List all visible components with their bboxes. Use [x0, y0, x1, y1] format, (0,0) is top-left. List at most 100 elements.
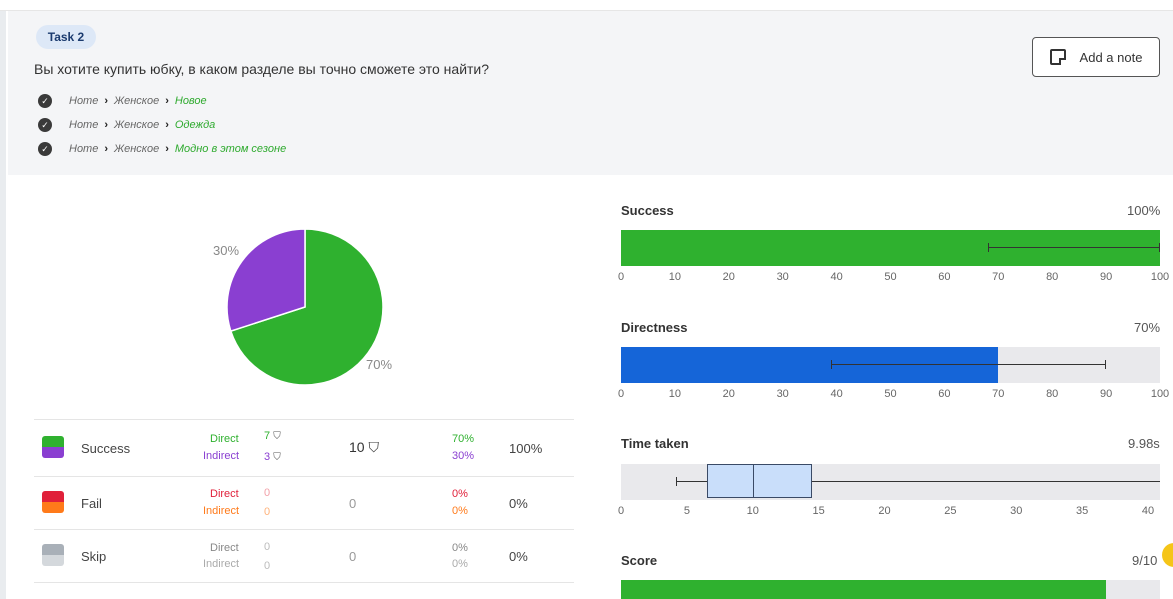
time-median [752, 464, 754, 498]
axis-tick: 0 [617, 271, 625, 283]
crumb: Home [69, 119, 99, 131]
directness-axis: 0 10 20 30 40 50 60 70 80 90 100 [617, 388, 1169, 402]
success-axis: 0 10 20 30 40 50 60 70 80 90 100 [617, 271, 1169, 285]
axis-tick: 80 [1046, 271, 1059, 283]
outcome-name: Fail [81, 496, 102, 511]
table-divider [34, 476, 574, 477]
left-edge [0, 0, 6, 599]
filter-icon: ⛉ [273, 452, 281, 463]
axis-tick: 35 [1076, 505, 1089, 517]
direct-count: 0 [264, 487, 271, 499]
success-value: 100% [1127, 203, 1161, 218]
success-swatch [42, 436, 64, 458]
time-track [621, 464, 1160, 500]
crumb: Женское [114, 95, 160, 107]
directness-title: Directness [621, 320, 688, 335]
score-value: 9/10 [1132, 553, 1158, 568]
check-icon: ✓ [38, 94, 52, 108]
direct-pct: 0% [452, 542, 468, 554]
axis-tick: 70 [992, 271, 1005, 283]
success-error-bar [987, 247, 1160, 248]
crumb-destination: Новое [174, 95, 207, 107]
indirect-label: Indirect [203, 505, 240, 517]
indirect-pct: 30% [452, 450, 475, 462]
axis-tick: 25 [944, 505, 957, 517]
direct-pct: 0% [452, 488, 468, 500]
cursor-indicator [1162, 543, 1173, 567]
axis-tick: 70 [992, 388, 1005, 400]
check-icon: ✓ [38, 118, 52, 132]
top-bar [0, 0, 1173, 11]
time-box [706, 464, 813, 498]
axis-tick: 30 [776, 271, 789, 283]
error-bar-cap [987, 243, 989, 252]
axis-tick: 20 [878, 505, 891, 517]
add-note-button[interactable]: Add a note [1032, 37, 1160, 77]
table-divider [34, 529, 574, 530]
axis-tick: 0 [617, 388, 625, 400]
outcome-pie-chart [226, 228, 384, 386]
axis-tick: 10 [746, 505, 759, 517]
task-question: Вы хотите купить юбку, в каком разделе в… [34, 61, 490, 77]
crumb: Home [69, 143, 99, 155]
pie-label-direct: 70% [366, 357, 393, 372]
overall-pct: 100% [509, 441, 543, 456]
outcome-name: Skip [81, 549, 107, 564]
axis-tick: 0 [617, 505, 625, 517]
direct-count: 7 ⛉ [264, 430, 281, 442]
overall-pct: 0% [509, 549, 528, 564]
crumb: Женское [114, 119, 160, 131]
axis-tick: 40 [1141, 505, 1155, 517]
total-count[interactable]: 10 ⛉ [349, 439, 379, 456]
error-bar-cap [1159, 243, 1160, 252]
axis-tick: 20 [722, 271, 735, 283]
chevron-right-icon: › [104, 95, 109, 107]
overall-pct: 0% [509, 496, 528, 511]
pie-label-indirect: 30% [213, 243, 240, 258]
chevron-right-icon: › [165, 143, 169, 155]
indirect-label: Indirect [203, 450, 240, 462]
correct-path-3: ✓ Home › Женское › Модно в этом сезоне [38, 141, 286, 157]
chevron-right-icon: › [165, 119, 169, 131]
axis-tick: 80 [1046, 388, 1059, 400]
score-title: Score [621, 553, 658, 568]
axis-tick: 15 [812, 505, 825, 517]
error-bar-cap [1105, 360, 1107, 369]
filter-icon: ⛉ [368, 439, 379, 455]
error-bar-cap [831, 360, 833, 369]
direct-label: Direct [210, 433, 239, 445]
axis-tick: 90 [1099, 388, 1113, 400]
correct-path-2: ✓ Home › Женское › Одежда [38, 117, 215, 133]
whisker-cap [676, 477, 678, 486]
time-axis: 0 5 10 15 20 25 30 35 40 [617, 505, 1160, 519]
axis-tick: 50 [884, 388, 897, 400]
filter-icon: ⛉ [273, 431, 281, 442]
indirect-count: 0 [264, 560, 271, 572]
skip-swatch [42, 544, 64, 566]
direct-label: Direct [210, 488, 239, 500]
direct-pct: 70% [452, 433, 475, 445]
chevron-right-icon: › [165, 95, 169, 107]
directness-error-bar [831, 364, 1107, 365]
directness-value: 70% [1134, 320, 1161, 335]
correct-path-1: ✓ Home › Женское › Новое [38, 93, 207, 109]
axis-tick: 100 [1150, 271, 1170, 283]
chevron-right-icon: › [104, 143, 109, 155]
score-bar [621, 580, 1107, 599]
task-tag: Task 2 [36, 25, 96, 49]
axis-tick: 30 [1010, 505, 1023, 517]
total-count: 0 [349, 496, 357, 511]
indirect-label: Indirect [203, 558, 240, 570]
direct-label: Direct [210, 542, 239, 554]
crumb-destination: Модно в этом сезоне [174, 143, 287, 155]
note-icon [1049, 49, 1066, 65]
crumb: Home [69, 95, 99, 107]
direct-count: 0 [264, 541, 271, 553]
success-title: Success [621, 203, 674, 218]
axis-tick: 60 [938, 271, 951, 283]
success-bar [621, 230, 1160, 266]
axis-tick: 30 [776, 388, 789, 400]
crumb: Женское [114, 143, 160, 155]
check-icon: ✓ [38, 142, 52, 156]
indirect-count: 0 [264, 506, 271, 518]
